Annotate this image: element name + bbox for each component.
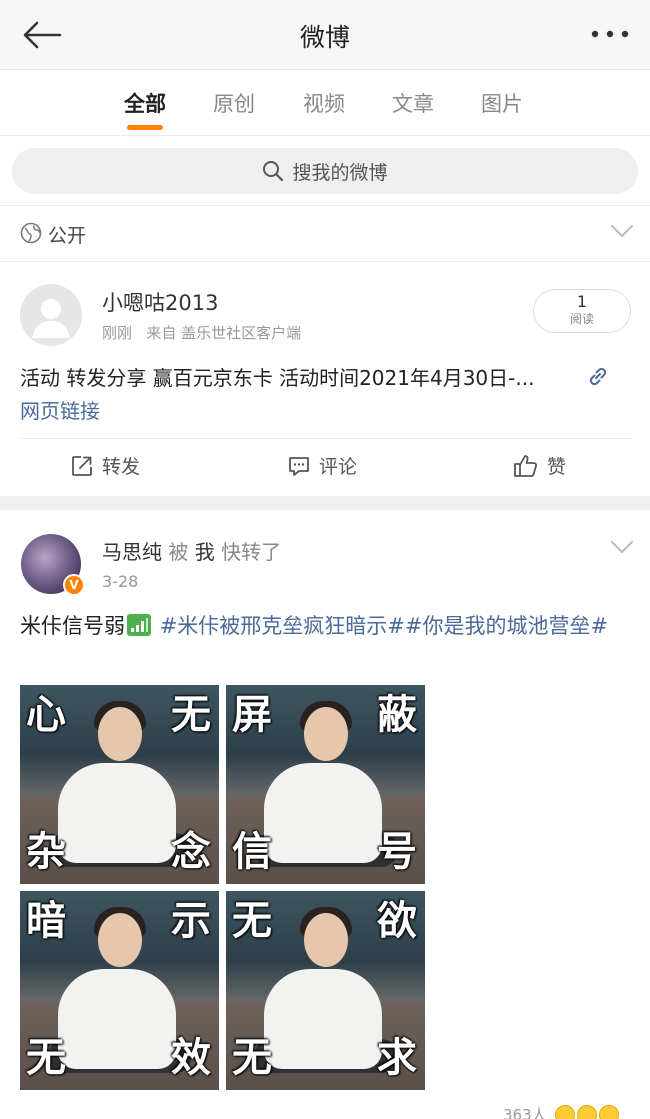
image-grid: 心 无 杂 念 屏 蔽 信 号 暗 示 无 效 无 欲 无 求: [20, 685, 425, 1091]
likes-count: 363人: [503, 1106, 547, 1119]
emoji-icon: [576, 1104, 597, 1119]
visibility-label: 公开: [48, 225, 87, 247]
tab-image[interactable]: 图片: [467, 88, 537, 118]
page-title: 微博: [299, 23, 350, 52]
post-text-prefix: 米佧信号弱: [20, 614, 125, 638]
hashtag-link[interactable]: #你是我的城池营垒#: [405, 614, 608, 638]
post-username[interactable]: 小嗯咕2013: [102, 287, 218, 317]
tab-original[interactable]: 原创: [199, 88, 269, 118]
top-bar: 微博: [0, 0, 650, 70]
post-time: 刚刚: [102, 324, 133, 342]
read-label: 阅读: [569, 312, 594, 326]
likes-summary[interactable]: 363人: [503, 1104, 619, 1119]
comment-label: 评论: [319, 456, 358, 478]
post-date: 3-28: [102, 572, 139, 591]
by-word: 被: [168, 540, 189, 564]
image-caption: 念: [171, 829, 211, 875]
image-caption: 求: [377, 1035, 417, 1081]
search-input[interactable]: 搜我的微博: [12, 148, 638, 194]
read-count-button[interactable]: 1 阅读: [533, 289, 631, 333]
forwarded-label: 快转了: [221, 540, 282, 564]
more-dots-icon: [591, 30, 629, 38]
emoji-icon: [598, 1104, 619, 1119]
read-count: 1: [576, 292, 588, 311]
more-button[interactable]: [584, 14, 636, 54]
divider: [20, 438, 632, 439]
post-card: 小嗯咕2013 刚刚 来自 盖乐世社区客户端 1 阅读 活动 转发分享 赢百元京…: [0, 262, 650, 496]
comment-icon: [289, 456, 309, 476]
image-caption: 暗: [26, 898, 66, 944]
post-text: 米佧信号弱 #米佧被邢克垒疯狂暗示##你是我的城池营垒#: [20, 610, 632, 642]
signal-icon: [127, 614, 151, 636]
comment-button[interactable]: 评论: [287, 452, 357, 479]
post-text: 活动 转发分享 赢百元京东卡 活动时间2021年4月30日-...: [20, 366, 535, 390]
image-caption: 蔽: [377, 692, 417, 738]
image-caption: 示: [171, 898, 211, 944]
filter-tabs: 全部 原创 视频 文章 图片: [0, 70, 650, 136]
avatar[interactable]: [20, 284, 82, 346]
image-caption: 欲: [377, 898, 417, 944]
image-caption: 心: [26, 692, 66, 738]
grid-image[interactable]: 屏 蔽 信 号: [226, 685, 425, 884]
emoji-icon: [554, 1104, 575, 1119]
forward-info: 马思纯 被 我 快转了: [102, 536, 281, 565]
post-card: V 马思纯 被 我 快转了 3-28 米佧信号弱 #米佧被邢克垒疯狂暗示##你是…: [0, 510, 650, 1119]
search-section: 搜我的微博: [0, 136, 650, 206]
active-tab-indicator: [127, 125, 163, 130]
repost-icon: [72, 455, 92, 476]
grid-image[interactable]: 无 欲 无 求: [226, 891, 425, 1090]
grid-image[interactable]: 暗 示 无 效: [20, 891, 219, 1090]
repost-label: 转发: [102, 456, 141, 478]
tab-video[interactable]: 视频: [289, 88, 359, 118]
grid-image[interactable]: 心 无 杂 念: [20, 685, 219, 884]
verified-badge-icon: V: [63, 574, 85, 596]
chevron-down-icon: [611, 225, 633, 237]
image-caption: 杂: [26, 829, 66, 875]
globe-icon: [20, 222, 42, 244]
image-caption: 无: [171, 692, 211, 738]
default-avatar-icon: [20, 284, 82, 346]
image-caption: 号: [377, 829, 417, 875]
post-source: 来自 盖乐世社区客户端: [146, 324, 302, 342]
web-link[interactable]: 网页链接: [20, 395, 100, 424]
post-author[interactable]: 马思纯: [102, 540, 162, 564]
hashtag-link[interactable]: #米佧被邢克垒疯狂暗示#: [160, 614, 405, 638]
image-caption: 无: [232, 898, 272, 944]
image-caption: 信: [232, 829, 272, 875]
like-button[interactable]: 赞: [513, 452, 566, 479]
thumbs-up-icon: [514, 454, 538, 477]
search-placeholder: 搜我的微博: [292, 161, 388, 184]
link-icon: [589, 367, 607, 386]
post-meta: 刚刚 来自 盖乐世社区客户端: [102, 322, 301, 343]
image-caption: 无: [232, 1035, 272, 1081]
feed-separator: [0, 496, 650, 510]
image-caption: 屏: [232, 692, 272, 738]
tab-all[interactable]: 全部: [110, 88, 180, 118]
search-icon: [263, 161, 284, 182]
image-caption: 无: [26, 1035, 66, 1081]
chevron-down-icon[interactable]: [610, 540, 634, 554]
image-caption: 效: [171, 1035, 211, 1081]
visibility-selector[interactable]: 公开: [0, 206, 650, 262]
tab-article[interactable]: 文章: [378, 88, 448, 118]
repost-button[interactable]: 转发: [70, 452, 140, 479]
me-word[interactable]: 我: [195, 540, 215, 564]
like-label: 赞: [547, 456, 567, 478]
